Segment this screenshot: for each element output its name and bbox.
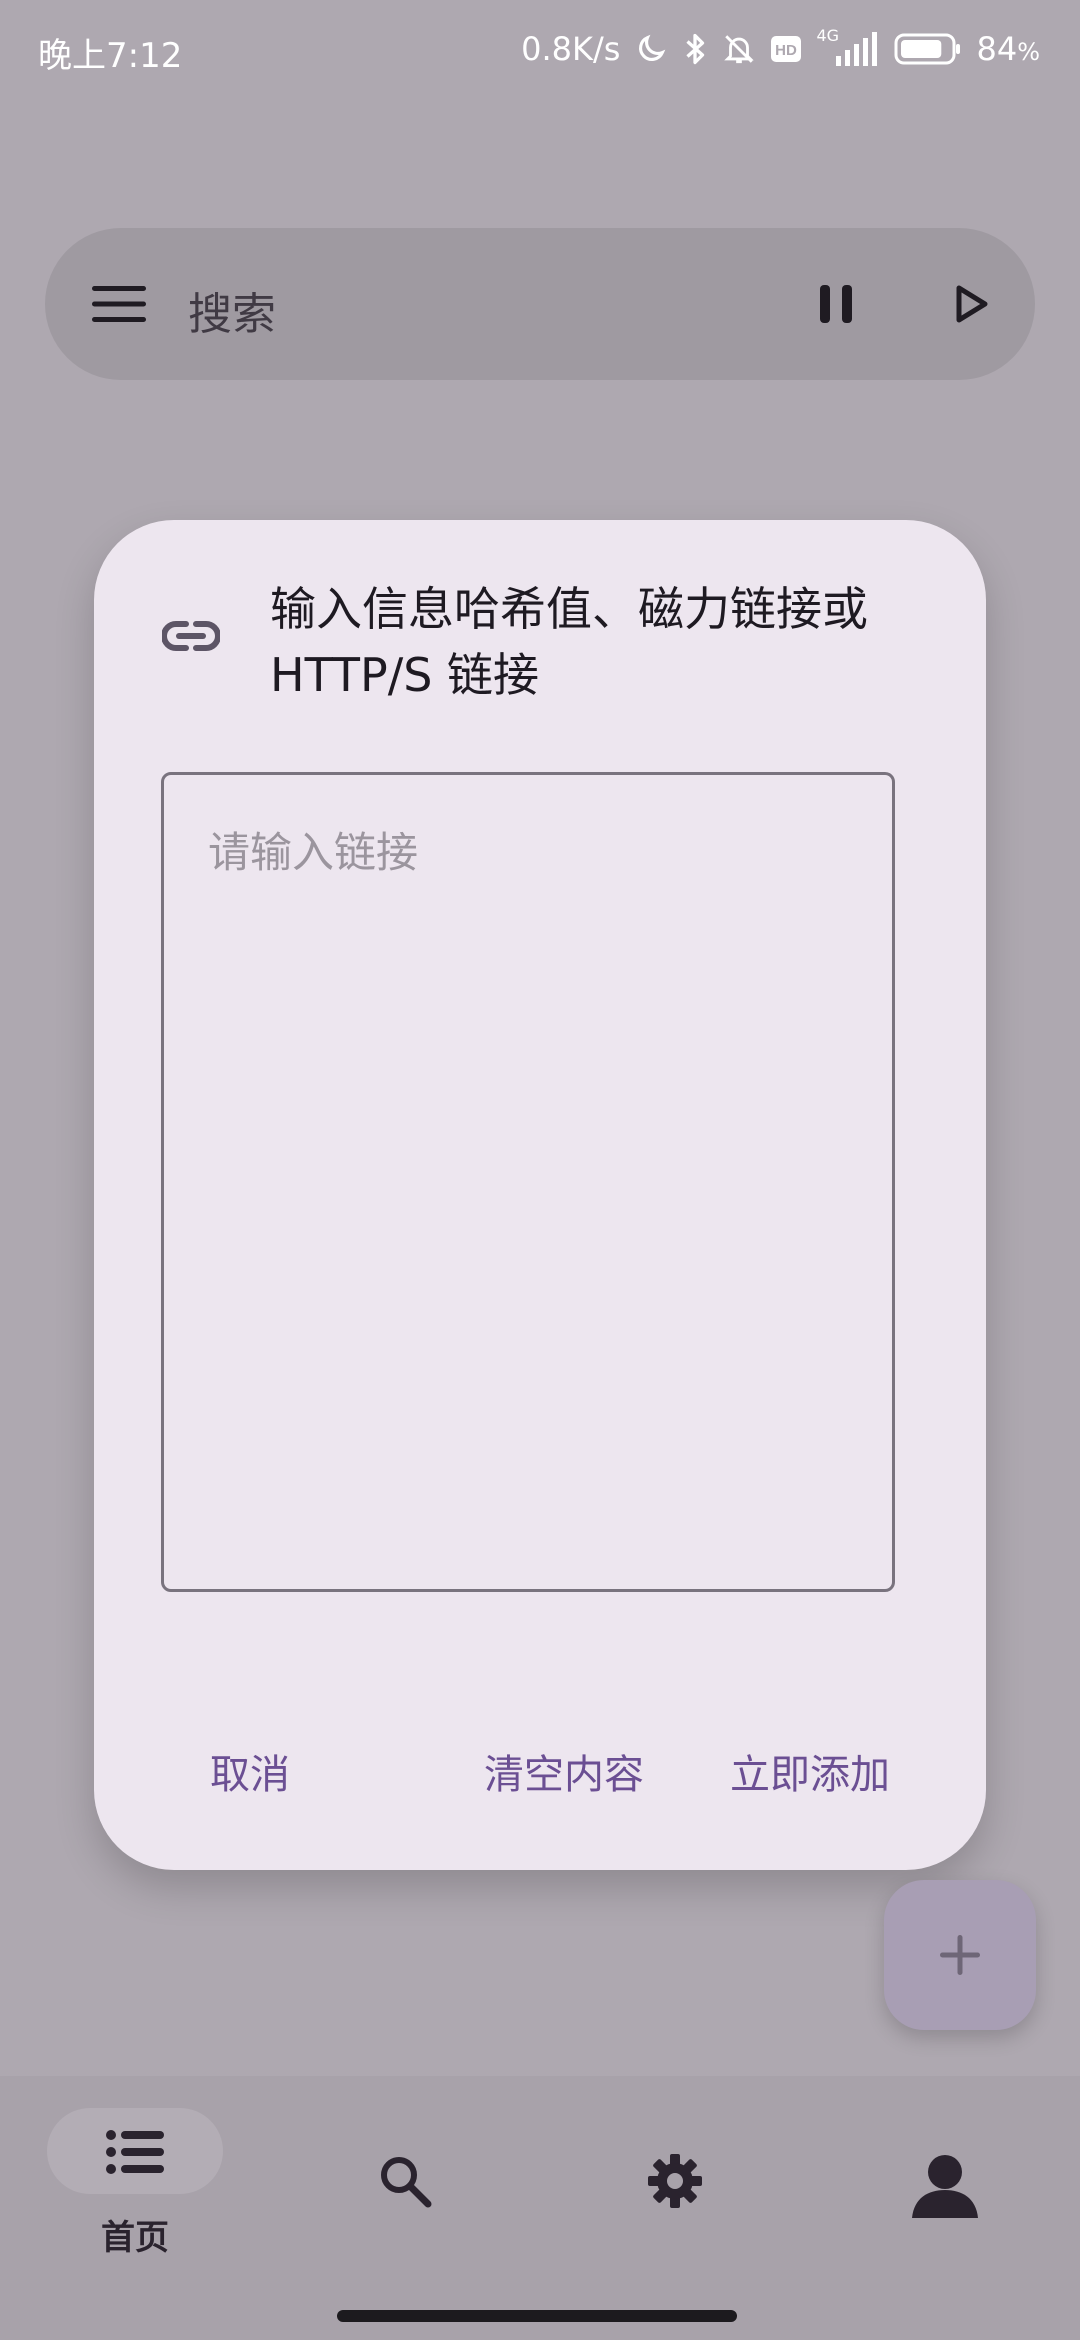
- status-icons: 0.8K/s HD 4G 84%: [521, 26, 1040, 72]
- net-speed: 0.8K/s: [521, 30, 621, 68]
- bottom-navigation: 首页: [0, 2076, 1080, 2340]
- home-indicator[interactable]: [337, 2310, 737, 2322]
- gear-icon[interactable]: [646, 2152, 704, 2210]
- person-icon[interactable]: [910, 2152, 980, 2218]
- link-icon: [162, 621, 220, 651]
- hd-badge-text: HD: [776, 42, 798, 59]
- add-now-button[interactable]: 立即添加: [730, 1742, 890, 1800]
- battery-percent-value: 84: [976, 30, 1018, 68]
- dialog-title: 输入信息哈希值、磁力链接或 HTTP/S 链接: [270, 582, 868, 702]
- list-icon[interactable]: [106, 2130, 164, 2174]
- network-type: 4G: [816, 26, 840, 45]
- nav-label-home[interactable]: 首页: [0, 2210, 270, 2259]
- moon-icon: [634, 32, 668, 66]
- battery-icon: [894, 33, 962, 65]
- add-link-dialog: 输入信息哈希值、磁力链接或 HTTP/S 链接 取消 清空内容 立即添加: [94, 520, 986, 1870]
- bell-off-icon: [722, 31, 756, 67]
- bluetooth-icon: [682, 31, 708, 67]
- add-fab-button[interactable]: [884, 1880, 1036, 2030]
- battery-percent-unit: %: [1017, 38, 1040, 66]
- link-input[interactable]: [161, 772, 895, 1592]
- signal-icon: 4G: [816, 26, 880, 68]
- play-icon[interactable]: [954, 284, 990, 324]
- pause-icon[interactable]: [818, 283, 854, 325]
- status-bar: 晚上7:12 0.8K/s HD 4G 84%: [0, 0, 1080, 100]
- cancel-button[interactable]: 取消: [210, 1742, 290, 1800]
- plus-icon: [940, 1935, 980, 1975]
- clear-content-button[interactable]: 清空内容: [484, 1742, 644, 1800]
- status-time: 晚上7:12: [38, 36, 183, 76]
- menu-icon[interactable]: [92, 284, 146, 324]
- search-icon[interactable]: [378, 2154, 432, 2208]
- search-label[interactable]: 搜索: [188, 278, 276, 342]
- hd-icon: HD: [770, 35, 802, 63]
- battery-fill: [901, 40, 942, 58]
- battery-percent: 84%: [976, 30, 1040, 68]
